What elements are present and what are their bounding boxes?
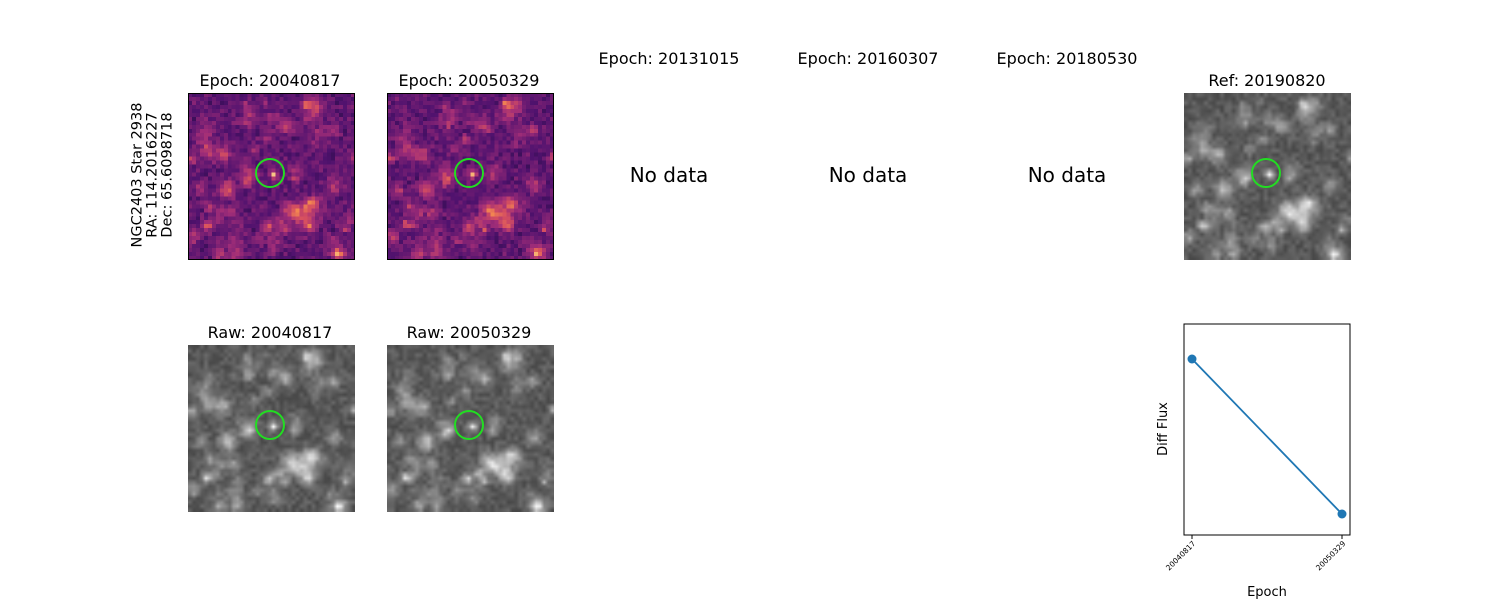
epoch-title-1: Epoch: 20040817: [199, 71, 341, 90]
raw-image-1: [188, 345, 355, 512]
epoch-title-3: Epoch: 20131015: [598, 49, 740, 68]
target-circle: [255, 158, 285, 188]
x-ticks: 20040817 20050329: [1164, 535, 1348, 572]
series-line: [1191, 358, 1343, 515]
star-info-label: NGC2403 Star 2938 RA: 114.2016227 Dec: 6…: [129, 90, 176, 260]
star-ra: RA: 114.2016227: [144, 112, 161, 238]
target-circle: [1251, 158, 1281, 188]
x-axis-label: Epoch: [1247, 585, 1287, 600]
epoch-title-5: Epoch: 20180530: [996, 49, 1138, 68]
data-point: [1337, 509, 1347, 519]
series-group: [1187, 354, 1347, 519]
x-tick-label: 20050329: [1314, 539, 1348, 573]
data-point: [1187, 354, 1197, 364]
no-data-epoch-5: No data: [1027, 163, 1107, 187]
epoch-title-4: Epoch: 20160307: [797, 49, 939, 68]
diff-image-epoch-1: [188, 93, 355, 260]
raw-image-2: [387, 345, 554, 512]
plot-frame: [1183, 323, 1351, 536]
y-axis-label: Diff Flux: [1156, 402, 1171, 456]
target-circle: [255, 410, 285, 440]
epoch-title-2: Epoch: 20050329: [398, 71, 540, 90]
diff-image-epoch-2: [387, 93, 554, 260]
star-dec: Dec: 65.6098718: [159, 112, 176, 238]
ref-title: Ref: 20190820: [1208, 71, 1326, 90]
target-circle: [454, 410, 484, 440]
reference-image: [1184, 93, 1351, 260]
no-data-epoch-3: No data: [629, 163, 709, 187]
x-tick-label: 20040817: [1164, 539, 1198, 573]
raw-title-1: Raw: 20040817: [207, 323, 333, 342]
raw-title-2: Raw: 20050329: [406, 323, 532, 342]
no-data-epoch-4: No data: [828, 163, 908, 187]
light-curve-chart: 20040817 20050329 Diff Flux Epoch: [1156, 323, 1351, 600]
target-circle: [454, 158, 484, 188]
star-name: NGC2403 Star 2938: [129, 102, 146, 248]
